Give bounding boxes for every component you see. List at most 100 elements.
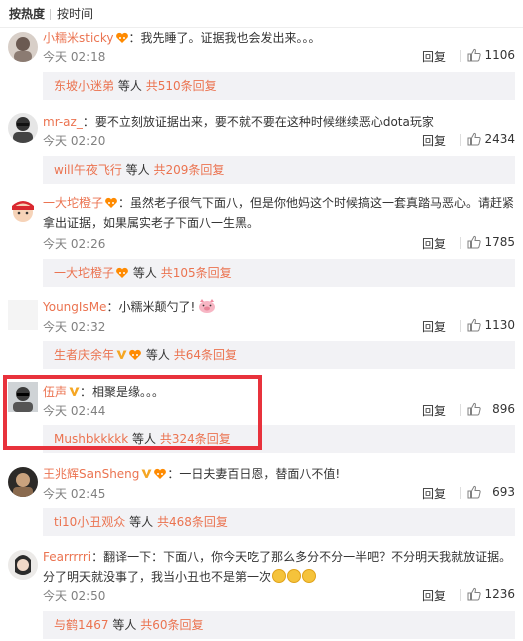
fan-badge-icon (154, 468, 167, 479)
comment-item: mr-az_：要不立刻放证据出来，要不就不要在这种时候继续恶心dota玩家 今天… (0, 109, 523, 187)
reply-username[interactable]: 一大坨橙子 (54, 266, 114, 280)
comment-text: 一大坨橙子 ：虽然老子很气下面八，但是你他妈这个时候搞这一套真踏马恶心。请赶紧拿出… (43, 193, 515, 233)
avatar[interactable] (8, 382, 38, 412)
avatar[interactable] (8, 196, 38, 226)
comment-username[interactable]: 小糯米sticky (43, 31, 114, 45)
like-button[interactable]: 1106 (460, 48, 515, 64)
replies-suffix: 条回复 (200, 348, 237, 362)
comment-username[interactable]: 伍声 (43, 385, 67, 399)
comment-time: 今天 02:50 (43, 589, 106, 603)
avatar[interactable] (8, 467, 38, 497)
pig-emoji-icon (199, 299, 216, 313)
sort-by-heat-tab[interactable]: 按热度 (9, 7, 45, 21)
total-prefix: 共 (156, 515, 169, 529)
replies-summary[interactable]: Mushbkkkkk 等人 共324条回复 (43, 425, 515, 453)
people-label: 等人 (112, 618, 137, 632)
verified-v-icon (69, 387, 80, 396)
like-count: 1236 (484, 587, 515, 601)
reply-button[interactable]: 回复 (422, 485, 446, 502)
like-button[interactable]: 896 (460, 402, 515, 418)
comment-body: ：一日夫妻百日恩，替面八不值! (167, 467, 341, 481)
replies-suffix: 条回复 (195, 266, 232, 280)
reply-button[interactable]: 回复 (422, 235, 446, 252)
comment-time: 今天 02:18 (43, 50, 106, 64)
replies-suffix: 条回复 (194, 432, 231, 446)
comment-username[interactable]: 一大坨橙子 (43, 196, 103, 210)
replies-summary[interactable]: 东坡小迷弟 等人 共510条回复 (43, 72, 515, 100)
reply-username[interactable]: 与鹤1467 (54, 618, 109, 632)
reply-count: 324 (171, 432, 195, 446)
comment-text: 王兆辉SanSheng ：一日夫妻百日恩，替面八不值! (43, 464, 515, 484)
comment-body: ：相聚是缘。。。 (80, 385, 165, 399)
like-button[interactable]: 1785 (460, 235, 515, 251)
comment-username[interactable]: Fearrrrri (43, 550, 91, 564)
comment-time: 今天 02:44 (43, 404, 106, 418)
comment-text: 小糯米sticky ：我先睡了。证据我也会发出来。。。 (43, 28, 515, 48)
reply-count: 64 (185, 348, 201, 362)
comment-meta: 今天 02:45 回复 693 (43, 485, 515, 501)
replies-summary[interactable]: ti10小丑观众 等人 共468条回复 (43, 508, 515, 536)
avatar[interactable] (8, 550, 38, 580)
thumbs-up-icon (467, 318, 481, 332)
reply-username[interactable]: will午夜飞行 (54, 163, 122, 177)
avatar[interactable] (8, 113, 38, 143)
replies-summary[interactable]: will午夜飞行 等人 共209条回复 (43, 156, 515, 184)
reply-button[interactable]: 回复 (422, 402, 446, 419)
laugh-emoji-icon (272, 569, 287, 583)
thumbs-up-icon (467, 485, 481, 499)
comment-meta: 今天 02:44 回复 896 (43, 402, 515, 418)
comment-meta: 今天 02:32 回复 1130 (43, 318, 515, 334)
comment-username[interactable]: mr-az_ (43, 115, 83, 129)
comment-username[interactable]: 王兆辉SanSheng (43, 467, 139, 481)
avatar[interactable] (8, 300, 38, 330)
total-prefix: 共 (145, 79, 158, 93)
reply-username[interactable]: ti10小丑观众 (54, 515, 125, 529)
reply-count: 105 (172, 266, 196, 280)
laugh-emoji-icon (287, 569, 302, 583)
comment-item: YoungIsMe：小糯米颠勺了! 今天 02:32 回复 1130 生者庆余年… (0, 294, 523, 372)
like-divider (460, 50, 461, 62)
comment-username[interactable]: YoungIsMe (43, 300, 106, 314)
like-divider (460, 487, 461, 499)
replies-summary[interactable]: 生者庆余年 等人 共64条回复 (43, 341, 515, 369)
sort-by-time-tab[interactable]: 按时间 (57, 7, 93, 21)
people-label: 等人 (145, 348, 170, 362)
comment-time: 今天 02:20 (43, 134, 106, 148)
fan-badge-icon (115, 32, 128, 43)
reply-username[interactable]: Mushbkkkkk (54, 432, 128, 446)
like-count: 1130 (484, 318, 515, 332)
reply-button[interactable]: 回复 (422, 587, 446, 604)
comment-item: 一大坨橙子 ：虽然老子很气下面八，但是你他妈这个时候搞这一套真踏马恶心。请赶紧拿出… (0, 190, 523, 290)
avatar[interactable] (8, 32, 38, 62)
replies-summary[interactable]: 与鹤1467 等人 共60条回复 (43, 611, 515, 639)
comment-time: 今天 02:45 (43, 487, 106, 501)
like-count: 1785 (484, 235, 515, 249)
like-count: 896 (492, 402, 515, 416)
comment-text: 伍声 ：相聚是缘。。。 (43, 382, 515, 402)
total-prefix: 共 (153, 163, 166, 177)
like-divider (460, 404, 461, 416)
replies-suffix: 条回复 (167, 618, 204, 632)
like-button[interactable]: 1236 (460, 587, 515, 603)
like-button[interactable]: 2434 (460, 132, 515, 148)
reply-username[interactable]: 生者庆余年 (54, 348, 114, 362)
like-button[interactable]: 693 (460, 485, 515, 501)
replies-suffix: 条回复 (188, 163, 225, 177)
sort-divider (50, 9, 51, 20)
people-label: 等人 (132, 266, 157, 280)
people-label: 等人 (132, 432, 157, 446)
thumbs-up-icon (467, 402, 481, 416)
replies-summary[interactable]: 一大坨橙子 等人 共105条回复 (43, 259, 515, 287)
like-divider (460, 237, 461, 249)
comment-body: ：要不立刻放证据出来，要不就不要在这种时候继续恶心dota玩家 (82, 115, 434, 129)
reply-button[interactable]: 回复 (422, 48, 446, 65)
people-label: 等人 (129, 515, 154, 529)
like-count: 2434 (484, 132, 515, 146)
reply-button[interactable]: 回复 (422, 132, 446, 149)
reply-button[interactable]: 回复 (422, 318, 446, 335)
reply-username[interactable]: 东坡小迷弟 (54, 79, 114, 93)
verified-v-icon (116, 350, 127, 359)
comment-text: YoungIsMe：小糯米颠勺了! (43, 297, 515, 317)
total-prefix: 共 (140, 618, 153, 632)
like-button[interactable]: 1130 (460, 318, 515, 334)
